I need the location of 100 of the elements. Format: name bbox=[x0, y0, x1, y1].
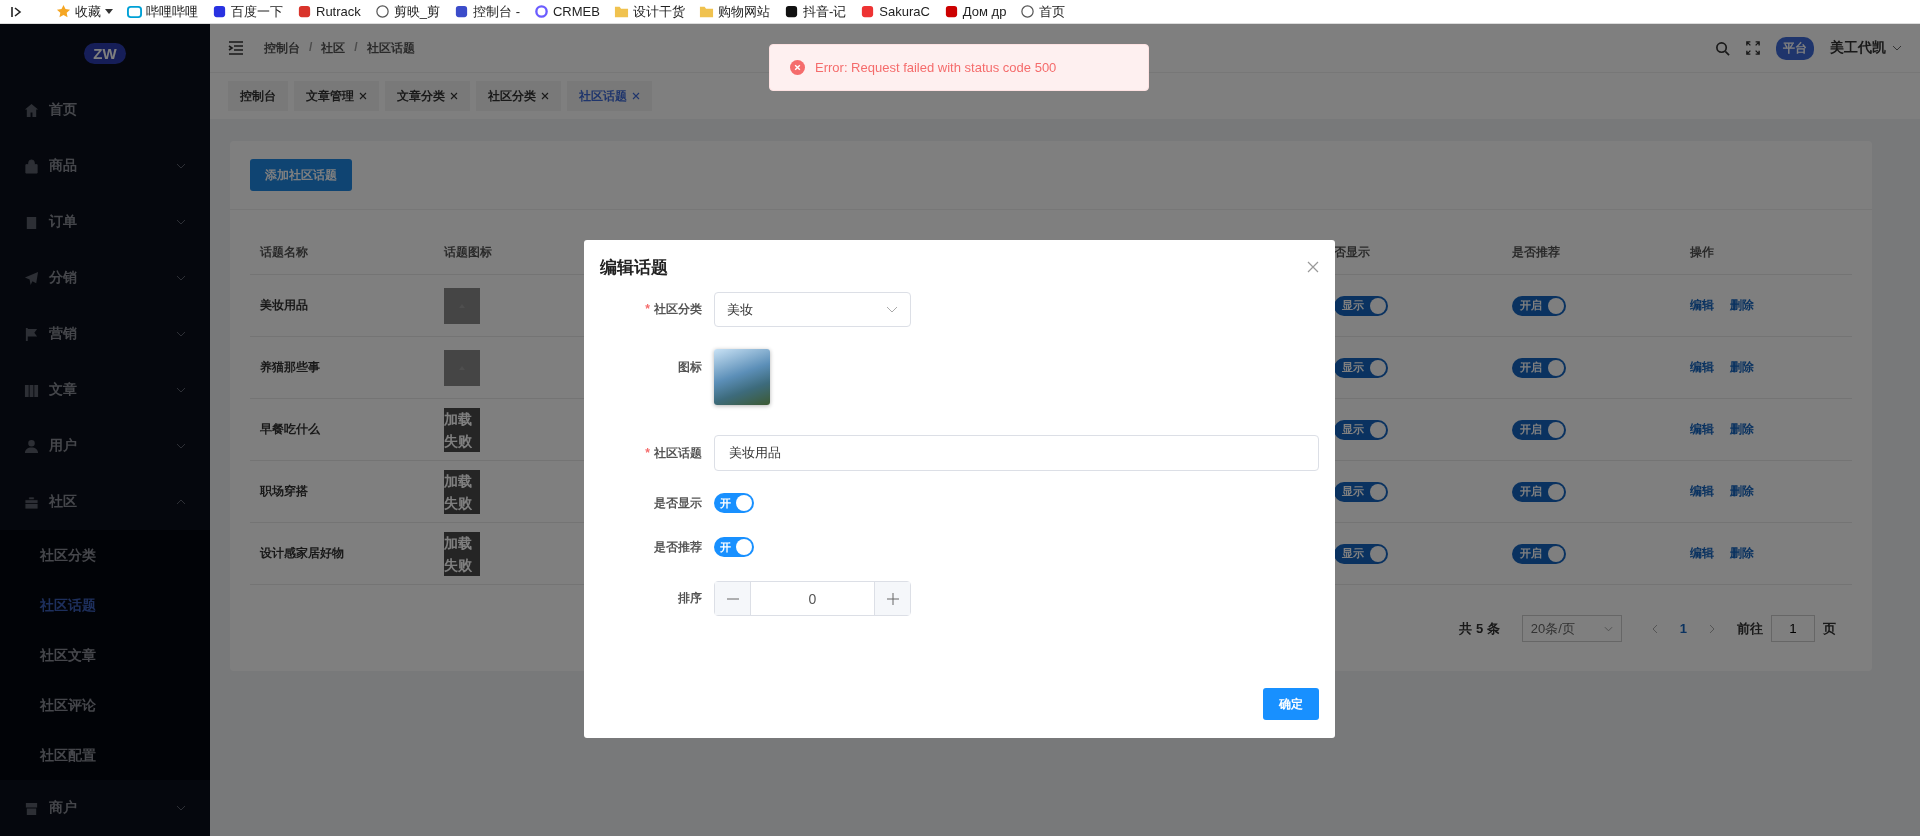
confirm-button[interactable]: 确定 bbox=[1263, 688, 1319, 720]
tab[interactable]: 控制台 bbox=[228, 81, 288, 111]
bookmark-link[interactable]: SakuraC bbox=[879, 4, 930, 19]
close-icon[interactable] bbox=[450, 92, 458, 100]
bookmark-link[interactable]: 首页 bbox=[1039, 2, 1066, 21]
letter-c-icon[interactable] bbox=[534, 4, 549, 19]
image-load-error: 加载失败 bbox=[444, 469, 480, 514]
breadcrumb-item[interactable]: 社区 bbox=[321, 39, 346, 57]
bookmark-link[interactable]: CRMEB bbox=[553, 4, 600, 19]
tab[interactable]: 文章分类 bbox=[385, 81, 470, 111]
toggle-switch[interactable]: 显示 bbox=[1334, 481, 1388, 502]
clipboard-icon bbox=[24, 214, 39, 230]
image-load-error: 加载失败 bbox=[444, 407, 480, 452]
breadcrumb-separator: / bbox=[354, 39, 358, 56]
sort-input[interactable]: 0 bbox=[750, 582, 875, 615]
close-icon[interactable] bbox=[359, 92, 367, 100]
action-link[interactable]: 删除 bbox=[1730, 545, 1754, 562]
toggle-switch[interactable]: 开启 bbox=[1512, 357, 1566, 378]
toggle-switch[interactable]: 开启 bbox=[1512, 295, 1566, 316]
column-header: 操作 bbox=[1689, 243, 1715, 261]
globe-icon[interactable] bbox=[374, 4, 390, 19]
page-size-select[interactable]: 20条/页 bbox=[1521, 615, 1622, 642]
toggle-switch[interactable]: 显示 bbox=[1334, 543, 1388, 564]
bookmark-link[interactable]: 剪映_剪 bbox=[393, 2, 441, 21]
submenu-item[interactable]: 社区文章 bbox=[0, 630, 210, 680]
tv-icon[interactable] bbox=[127, 4, 142, 19]
toggle-switch[interactable]: 显示 bbox=[1334, 419, 1388, 440]
close-icon[interactable] bbox=[1307, 261, 1319, 273]
bookmark-link[interactable]: 收藏 bbox=[75, 2, 101, 21]
topic-input[interactable]: 美妆用品 bbox=[714, 435, 1319, 471]
flag-icon bbox=[24, 326, 39, 342]
table-cell-text: 早餐吃什么 bbox=[259, 421, 321, 438]
menu-item[interactable]: 用户 bbox=[0, 418, 210, 474]
user-menu[interactable]: 美工代凯 bbox=[1830, 39, 1886, 57]
star-icon[interactable] bbox=[56, 4, 71, 19]
menu-item[interactable]: 商户 bbox=[0, 780, 210, 836]
tab[interactable]: 社区分类 bbox=[476, 81, 561, 111]
chevron-down-icon[interactable] bbox=[1892, 45, 1902, 51]
page-number[interactable]: 1 bbox=[1679, 621, 1687, 636]
page-suffix: 页 bbox=[1823, 619, 1836, 638]
action-link[interactable]: 编辑 bbox=[1690, 297, 1714, 314]
tab[interactable]: 文章管理 bbox=[294, 81, 379, 111]
table-cell-text: 养猫那些事 bbox=[259, 359, 321, 376]
user-icon bbox=[24, 438, 39, 454]
tab[interactable]: 社区话题 bbox=[567, 81, 652, 111]
bookmark-link[interactable]: 百度一下 bbox=[231, 2, 283, 21]
bookmark-link[interactable]: 购物网站 bbox=[717, 2, 770, 21]
photo-placeholder[interactable] bbox=[714, 349, 770, 405]
bookmark-link[interactable]: Rutrack bbox=[316, 4, 361, 19]
toggle-switch[interactable]: 显示 bbox=[1334, 295, 1388, 316]
column-header: 话题图标 bbox=[443, 243, 493, 261]
toggle-switch[interactable]: 开启 bbox=[1512, 543, 1566, 564]
toggle-switch[interactable]: 开 bbox=[714, 493, 754, 513]
add-topic-button[interactable]: 添加社区话题 bbox=[250, 159, 352, 191]
action-link[interactable]: 编辑 bbox=[1690, 483, 1714, 500]
action-link[interactable]: 删除 bbox=[1730, 297, 1754, 314]
bookmark-link[interactable]: 抖音-记 bbox=[802, 2, 847, 21]
category-select[interactable]: 美妆 bbox=[714, 292, 911, 327]
action-link[interactable]: 删除 bbox=[1730, 483, 1754, 500]
close-icon[interactable] bbox=[632, 92, 640, 100]
broken-image-icon bbox=[444, 349, 480, 386]
toggle-switch[interactable]: 开启 bbox=[1512, 481, 1566, 502]
globe-icon[interactable] bbox=[1020, 4, 1036, 19]
menu-item[interactable]: 社区 bbox=[0, 474, 210, 530]
bookmark-link[interactable]: 设计干货 bbox=[632, 2, 685, 21]
action-link[interactable]: 编辑 bbox=[1690, 545, 1714, 562]
action-link[interactable]: 删除 bbox=[1730, 421, 1754, 438]
menu-item[interactable]: 文章 bbox=[0, 362, 210, 418]
action-link[interactable]: 编辑 bbox=[1690, 421, 1714, 438]
action-link[interactable]: 编辑 bbox=[1690, 359, 1714, 376]
fullscreen-icon[interactable] bbox=[1746, 41, 1760, 55]
toggle-switch[interactable]: 开 bbox=[714, 537, 754, 557]
bookmark-link[interactable]: Дом др bbox=[962, 4, 1007, 19]
book-icon bbox=[24, 382, 39, 398]
submenu-item[interactable]: 社区评论 bbox=[0, 680, 210, 730]
caret-icon[interactable] bbox=[105, 8, 113, 15]
submenu-item[interactable]: 社区分类 bbox=[0, 530, 210, 580]
menu-item[interactable]: 营销 bbox=[0, 306, 210, 362]
bookmark-link[interactable]: 哔哩哔哩 bbox=[146, 2, 198, 21]
action-link[interactable]: 删除 bbox=[1730, 359, 1754, 376]
search-icon[interactable] bbox=[1715, 40, 1730, 56]
close-icon[interactable] bbox=[541, 92, 549, 100]
submenu-item[interactable]: 社区配置 bbox=[0, 730, 210, 780]
menu-item[interactable]: 分销 bbox=[0, 250, 210, 306]
toggle-switch[interactable]: 开启 bbox=[1512, 419, 1566, 440]
toggle-switch[interactable]: 显示 bbox=[1334, 357, 1388, 378]
logo: ZW bbox=[84, 42, 126, 64]
breadcrumb-item[interactable]: 控制台 bbox=[264, 39, 300, 57]
menu-item[interactable]: 订单 bbox=[0, 194, 210, 250]
menu-item[interactable]: 首页 bbox=[0, 82, 210, 138]
site-icon[interactable] bbox=[454, 4, 470, 19]
site-icon[interactable] bbox=[860, 4, 876, 19]
site-icon[interactable] bbox=[297, 4, 312, 19]
page-input[interactable]: 1 bbox=[1771, 615, 1815, 642]
number-stepper[interactable]: 0 bbox=[714, 581, 911, 616]
sidebar-toggle-icon[interactable] bbox=[10, 4, 24, 19]
plus-icon bbox=[886, 592, 899, 605]
bookmark-link[interactable]: 控制台 - bbox=[473, 2, 520, 21]
menu-icon[interactable] bbox=[228, 41, 244, 55]
menu-item[interactable]: 商品 bbox=[0, 138, 210, 194]
